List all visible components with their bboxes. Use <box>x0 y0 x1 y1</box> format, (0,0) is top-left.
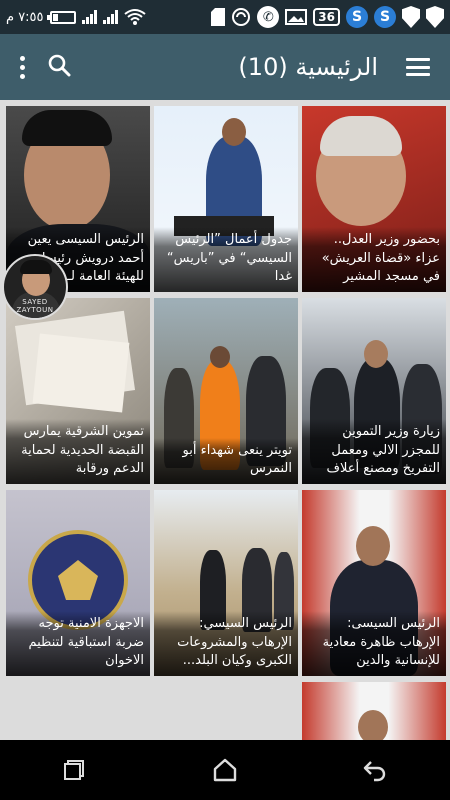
signal-icon <box>81 6 97 28</box>
article-image <box>302 682 446 740</box>
article-card[interactable]: الرئيس السيسى: الإرهاب ظاهرة معادية للإن… <box>302 490 446 676</box>
notification-count-badge: 36 <box>313 6 340 28</box>
article-caption: بحضور وزير العدل.. عزاء «قضاة العريش» في… <box>302 227 446 292</box>
recents-icon[interactable] <box>45 750 105 790</box>
hamburger-icon[interactable] <box>406 58 430 76</box>
article-caption: الرئيس السيسي: الإرهاب والمشروعات الكبرى… <box>154 611 298 676</box>
article-caption: تويتر ينعى شهداء أبو النمرس <box>154 437 298 484</box>
article-caption: تموين الشرقية يمارس القبضة الحديدية لحما… <box>6 419 150 484</box>
status-bar-right: ✆ 36 S S <box>211 6 444 28</box>
status-bar-left: ٧:٥٥ م <box>6 6 146 28</box>
status-bar: ٧:٥٥ م ✆ 36 S S <box>0 0 450 34</box>
shield-icon <box>426 6 444 28</box>
phone-icon: ✆ <box>257 6 280 28</box>
more-vertical-icon[interactable] <box>20 55 25 79</box>
s-icon: S <box>346 6 368 28</box>
image-icon <box>285 6 308 28</box>
sim-icon <box>211 6 226 28</box>
battery-icon <box>46 6 76 28</box>
article-card[interactable]: جدول أعمال ”الرئيس السيسي“ في ”باريس“ غد… <box>154 106 298 292</box>
article-card[interactable]: زيارة وزير التموين للمجزر الالي ومعمل ال… <box>302 298 446 484</box>
sync-icon <box>231 6 251 28</box>
system-nav-bar <box>0 740 450 800</box>
clock: ٧:٥٥ م <box>6 9 44 25</box>
article-caption: الرئيس السيسى: الإرهاب ظاهرة معادية للإن… <box>302 611 446 676</box>
article-card[interactable]: الاجهزة الامنية توجه ضربة استباقية لتنظي… <box>6 490 150 676</box>
home-icon[interactable] <box>195 750 255 790</box>
wifi-icon <box>123 6 146 28</box>
page-title: الرئيسية (10) <box>238 53 378 81</box>
article-card[interactable]: بحضور وزير العدل.. عزاء «قضاة العريش» في… <box>302 106 446 292</box>
article-caption: الاجهزة الامنية توجه ضربة استباقية لتنظي… <box>6 611 150 676</box>
shield-icon <box>402 6 420 28</box>
article-card[interactable] <box>302 682 446 740</box>
article-card[interactable]: الرئيس السيسي: الإرهاب والمشروعات الكبرى… <box>154 490 298 676</box>
avatar-label: SAYED ZAYTOUN <box>16 298 54 314</box>
author-avatar[interactable]: SAYED ZAYTOUN <box>2 254 68 320</box>
signal-icon <box>102 6 118 28</box>
article-caption: جدول أعمال ”الرئيس السيسي“ في ”باريس“ غد… <box>154 227 298 292</box>
s-icon: S <box>374 6 396 28</box>
search-icon[interactable] <box>47 53 71 81</box>
article-card[interactable]: تويتر ينعى شهداء أبو النمرس <box>154 298 298 484</box>
toolbar-actions <box>0 53 71 81</box>
article-caption: زيارة وزير التموين للمجزر الالي ومعمل ال… <box>302 419 446 484</box>
article-card[interactable]: تموين الشرقية يمارس القبضة الحديدية لحما… <box>6 298 150 484</box>
article-grid: بحضور وزير العدل.. عزاء «قضاة العريش» في… <box>0 100 450 740</box>
back-icon[interactable] <box>345 750 405 790</box>
app-toolbar: الرئيسية (10) <box>0 34 450 100</box>
